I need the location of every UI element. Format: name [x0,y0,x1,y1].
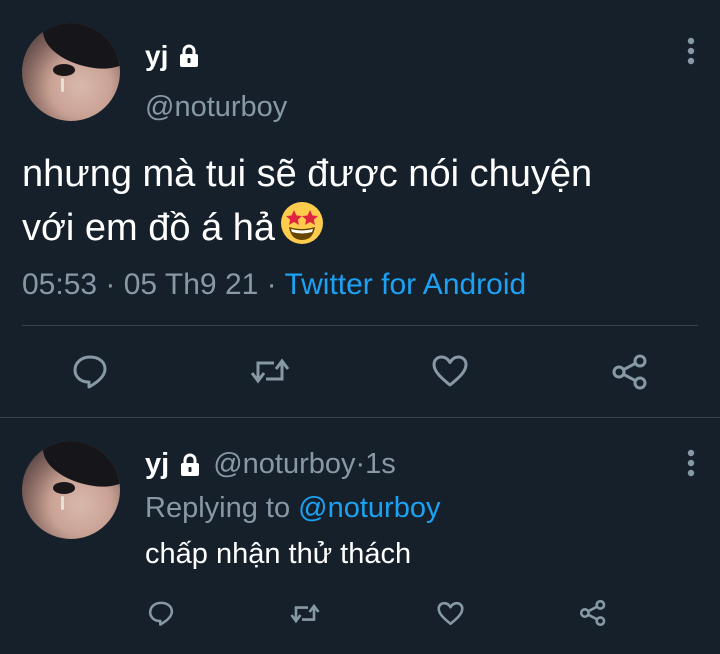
lock-icon [176,43,202,69]
tweet-time-ago: 1s [365,448,396,480]
share-icon[interactable] [611,353,649,391]
tweet-time: 05:53 [22,268,98,301]
display-name[interactable]: yj [145,40,168,72]
meta-separator: · [258,268,285,301]
display-name[interactable]: yj [145,448,169,481]
tweet-text: nhưng mà tui sẽ được nói chuyện với em đ… [22,148,712,254]
main-tweet: yj @noturboy nhưng mà tui sẽ được nói ch… [0,0,720,418]
tweet-text-line-content: với em đồ á hả [22,207,276,249]
star-struck-emoji-icon [279,200,325,246]
like-icon[interactable] [437,601,464,626]
lock-icon [177,452,203,478]
retweet-icon[interactable] [250,353,290,389]
reply-icon[interactable] [72,353,108,389]
reply-text: chấp nhận thử thách [145,538,412,570]
avatar[interactable] [22,441,120,539]
avatar[interactable] [22,23,120,121]
author-handle[interactable]: @noturboy [145,91,287,124]
author-handle[interactable]: @noturboy [213,448,355,481]
replying-to: Replying to @noturboy [145,492,440,525]
retweet-icon[interactable] [290,600,320,627]
more-options-icon[interactable] [685,448,697,480]
tweet-source-link[interactable]: Twitter for Android [284,268,526,301]
tweet-meta: 05:53 · 05 Th9 21 · Twitter for Android [22,268,526,302]
like-icon[interactable] [432,354,468,388]
meta-separator: · [97,268,124,301]
meta-separator: · [355,448,366,480]
replying-to-mention[interactable]: @noturboy [298,492,440,524]
tweet-text-line: nhưng mà tui sẽ được nói chuyện [22,153,593,195]
replying-to-label: Replying to [145,492,291,524]
tweet-text-line: với em đồ á hả [22,200,712,254]
reply-author-row: yj @noturboy · 1s [145,448,396,481]
reply-icon[interactable] [148,600,174,626]
divider [22,325,698,326]
share-icon[interactable] [579,599,607,627]
author-name-row[interactable]: yj [145,40,202,72]
more-options-icon[interactable] [685,36,697,68]
tweet-date: 05 Th9 21 [123,268,259,301]
